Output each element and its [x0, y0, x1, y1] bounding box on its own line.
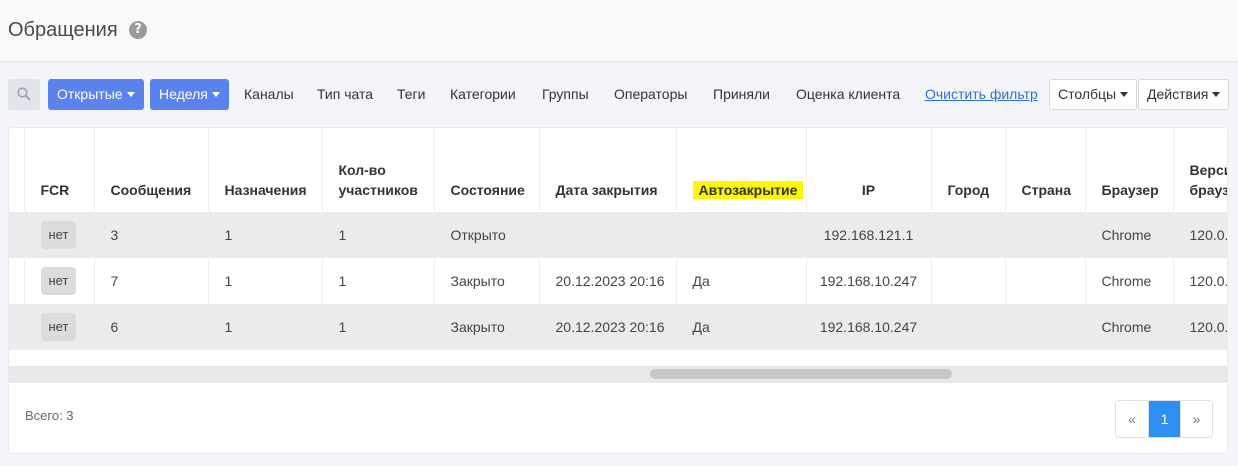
- filter-accepted[interactable]: Приняли: [713, 79, 770, 110]
- filter-toolbar: Открытые Неделя Каналы Тип чата Теги Кат…: [0, 79, 1238, 111]
- cell-browser: Chrome: [1085, 304, 1174, 350]
- actions-dropdown[interactable]: Действия: [1138, 79, 1230, 110]
- table-row[interactable]: нет 7 1 1 Закрыто 20.12.2023 20:16 Да 19…: [9, 258, 1227, 304]
- row-spacer: [9, 258, 25, 304]
- row-spacer: [9, 212, 25, 258]
- cell-autoclose: Да: [676, 258, 807, 304]
- fcr-badge: нет: [40, 221, 77, 249]
- cell-browser-version: 120.0.0: [1173, 258, 1227, 304]
- caret-down-icon: [211, 92, 220, 97]
- caret-down-icon: [126, 92, 135, 97]
- table-row[interactable]: нет 6 1 1 Закрыто 20.12.2023 20:16 Да 19…: [9, 304, 1227, 350]
- status-filter-dropdown[interactable]: Открытые: [48, 79, 144, 110]
- columns-label: Столбцы: [1058, 86, 1117, 102]
- columns-dropdown[interactable]: Столбцы: [1049, 79, 1138, 110]
- cell-browser-version: 120.0.0: [1173, 212, 1227, 258]
- cell-ip: 192.168.10.247: [806, 304, 932, 350]
- cell-autoclose: [676, 212, 807, 258]
- filter-tags[interactable]: Теги: [397, 79, 425, 110]
- header-autoclose[interactable]: Автозакрытие: [676, 128, 807, 212]
- cell-closed-at: 20.12.2023 20:16: [539, 258, 677, 304]
- clear-filter-link[interactable]: Очистить фильтр: [925, 79, 1038, 110]
- filter-channels[interactable]: Каналы: [244, 79, 294, 110]
- header-assignments[interactable]: Назначения: [208, 128, 323, 212]
- total-count: Всего: 3: [25, 408, 74, 423]
- filter-chat-type[interactable]: Тип чата: [317, 79, 373, 110]
- period-filter-dropdown[interactable]: Неделя: [150, 79, 229, 110]
- filter-categories[interactable]: Категории: [450, 79, 516, 110]
- header-ip[interactable]: IP: [806, 128, 932, 212]
- pagination: « 1 »: [1115, 400, 1213, 438]
- prev-page-button[interactable]: «: [1116, 401, 1148, 437]
- page-header: Обращения ?: [0, 0, 1238, 62]
- cell-closed-at: 20.12.2023 20:16: [539, 304, 677, 350]
- fcr-badge: нет: [40, 313, 77, 341]
- cell-state: Открыто: [434, 212, 540, 258]
- tickets-table: FCR Сообщения Назначения Кол-во участник…: [9, 128, 1228, 350]
- search-icon: [17, 87, 31, 101]
- header-city[interactable]: Город: [931, 128, 1006, 212]
- period-filter-label: Неделя: [159, 86, 208, 102]
- header-participants[interactable]: Кол-во участников: [322, 128, 435, 212]
- header-spacer: [9, 128, 25, 212]
- cell-browser: Chrome: [1085, 258, 1174, 304]
- header-autoclose-label: Автозакрытие: [692, 181, 804, 199]
- row-spacer: [9, 304, 25, 350]
- cell-assignments: 1: [208, 304, 323, 350]
- cell-messages: 3: [94, 212, 209, 258]
- caret-down-icon: [1120, 92, 1129, 97]
- cell-ip: 192.168.121.1: [806, 212, 932, 258]
- table-viewport: FCR Сообщения Назначения Кол-во участник…: [9, 128, 1228, 366]
- caret-down-icon: [1212, 92, 1221, 97]
- cell-state: Закрыто: [434, 258, 540, 304]
- filter-groups[interactable]: Группы: [542, 79, 589, 110]
- cell-country: [1005, 212, 1086, 258]
- cell-browser: Chrome: [1085, 212, 1174, 258]
- fcr-badge: нет: [40, 267, 77, 295]
- header-browser[interactable]: Браузер: [1085, 128, 1174, 212]
- cell-messages: 7: [94, 258, 209, 304]
- actions-label: Действия: [1147, 86, 1209, 102]
- cell-state: Закрыто: [434, 304, 540, 350]
- page-title: Обращения: [8, 19, 118, 41]
- cell-autoclose: Да: [676, 304, 807, 350]
- scrollbar-thumb[interactable]: [650, 369, 952, 379]
- cell-messages: 6: [94, 304, 209, 350]
- cell-participants: 1: [322, 304, 435, 350]
- table-header-row: FCR Сообщения Назначения Кол-во участник…: [9, 128, 1228, 212]
- header-browser-version[interactable]: Версия браузера: [1173, 128, 1228, 212]
- header-country[interactable]: Страна: [1005, 128, 1086, 212]
- cell-participants: 1: [322, 258, 435, 304]
- header-messages[interactable]: Сообщения: [94, 128, 209, 212]
- table-row[interactable]: нет 3 1 1 Открыто 192.168.121.1 Chrome 1…: [9, 212, 1227, 258]
- cell-country: [1005, 304, 1086, 350]
- cell-fcr: нет: [24, 258, 95, 304]
- help-icon[interactable]: ?: [129, 21, 147, 39]
- status-filter-label: Открытые: [57, 86, 123, 102]
- search-button[interactable]: [8, 79, 40, 110]
- cell-fcr: нет: [24, 304, 95, 350]
- cell-city: [931, 304, 1006, 350]
- cell-country: [1005, 258, 1086, 304]
- filter-operators[interactable]: Операторы: [614, 79, 687, 110]
- header-fcr[interactable]: FCR: [24, 128, 95, 212]
- horizontal-scrollbar[interactable]: [9, 366, 1227, 383]
- cell-ip: 192.168.10.247: [806, 258, 932, 304]
- filter-client-rating[interactable]: Оценка клиента: [796, 79, 900, 110]
- cell-participants: 1: [322, 212, 435, 258]
- next-page-button[interactable]: »: [1180, 401, 1212, 437]
- cell-closed-at: [539, 212, 677, 258]
- cell-city: [931, 258, 1006, 304]
- header-closed-at[interactable]: Дата закрытия: [539, 128, 677, 212]
- cell-fcr: нет: [24, 212, 95, 258]
- header-state[interactable]: Состояние: [434, 128, 540, 212]
- cell-assignments: 1: [208, 258, 323, 304]
- cell-assignments: 1: [208, 212, 323, 258]
- cell-city: [931, 212, 1006, 258]
- cell-browser-version: 120.0.0: [1173, 304, 1227, 350]
- tickets-card: FCR Сообщения Назначения Кол-во участник…: [8, 127, 1228, 454]
- page-1-button[interactable]: 1: [1148, 401, 1180, 437]
